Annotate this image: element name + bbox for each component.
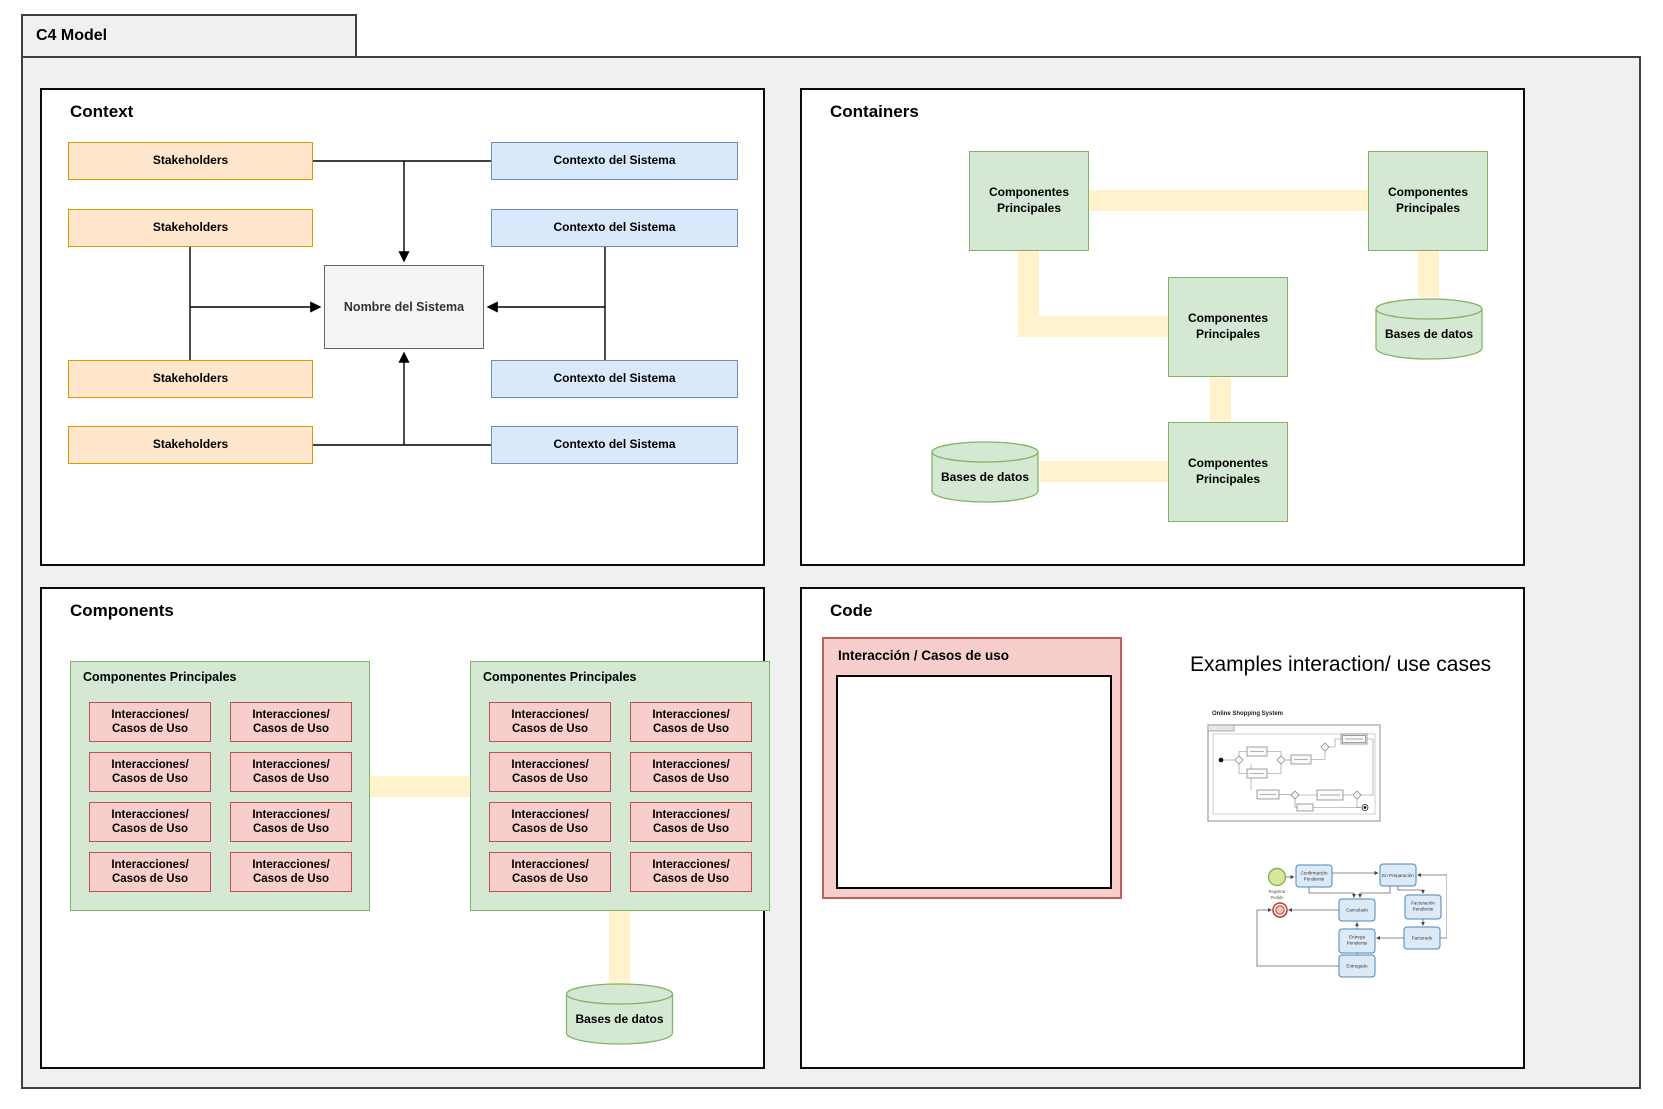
database-cylinder: Bases de datos [930, 440, 1040, 504]
interaction-box: Interacciones/ Casos de Uso [89, 752, 211, 792]
stakeholders-box: Stakeholders [68, 426, 313, 464]
component-group: Componentes Principales Interacciones/ C… [70, 661, 370, 911]
system-context-box: Contexto del Sistema [491, 142, 738, 180]
code-panel: Code Interacción / Casos de uso Examples… [800, 587, 1525, 1069]
interaction-box: Interacciones/ Casos de Uso [489, 802, 611, 842]
state-label: Pendiente [1413, 907, 1434, 912]
interaction-box: Interacciones/ Casos de Uso [230, 702, 352, 742]
container-box: Componentes Principales [1168, 277, 1288, 377]
start-node-icon [1219, 758, 1224, 763]
stakeholders-box: Stakeholders [68, 360, 313, 398]
panel-title-components: Components [70, 601, 174, 621]
container-box: Componentes Principales [1168, 422, 1288, 522]
examples-heading: Examples interaction/ use cases [1190, 653, 1491, 677]
connector-top [1089, 190, 1368, 211]
system-context-box: Contexto del Sistema [491, 426, 738, 464]
end-event-icon [1273, 903, 1287, 917]
start-event-icon [1269, 869, 1286, 886]
interaction-box: Interacciones/ Casos de Uso [630, 702, 752, 742]
use-case-placeholder-area [836, 675, 1112, 889]
panel-title-code: Code [830, 601, 873, 621]
connector-db [609, 911, 630, 987]
diagram-tab-title: C4 Model [36, 27, 107, 45]
system-context-box: Contexto del Sistema [491, 360, 738, 398]
stakeholders-box: Stakeholders [68, 142, 313, 180]
interaction-box: Interacciones/ Casos de Uso [230, 802, 352, 842]
state-label: Facturado [1412, 936, 1433, 941]
system-context-box: Contexto del Sistema [491, 209, 738, 247]
interaction-box: Interacciones/ Casos de Uso [230, 752, 352, 792]
interaction-box: Interacciones/ Casos de Uso [630, 752, 752, 792]
activity-diagram-thumbnail: Online Shopping System [1207, 703, 1382, 825]
context-panel: Context Stakeholders Stakeholders Stakeh… [40, 88, 765, 566]
interaction-use-cases-container: Interacción / Casos de uso [822, 637, 1122, 899]
state-diagram-thumbnail: Registrar Pedido Confirmación [1197, 861, 1447, 1025]
start-event-label-line1: Registrar [1269, 889, 1287, 894]
interaction-box: Interacciones/ Casos de Uso [89, 802, 211, 842]
interaction-box: Interacciones/ Casos de Uso [630, 852, 752, 892]
state-label: Facturación [1411, 901, 1435, 906]
interaction-use-cases-label: Interacción / Casos de uso [838, 648, 1009, 663]
connector-groups [370, 776, 470, 797]
state-label: Entregado [1346, 964, 1368, 969]
database-label: Bases de datos [1374, 327, 1484, 341]
panel-title-context: Context [70, 102, 133, 122]
state-diagram-figure: Registrar Pedido Confirmación [1197, 861, 1447, 1030]
system-name-box: Nombre del Sistema [324, 265, 484, 349]
container-box: Componentes Principales [1368, 151, 1488, 251]
diagram-tab: C4 Model [21, 14, 357, 58]
interaction-box: Interacciones/ Casos de Uso [489, 702, 611, 742]
interaction-box: Interacciones/ Casos de Uso [89, 702, 211, 742]
state-label: Cancelado [1346, 908, 1368, 913]
connector-db-right [1418, 251, 1439, 297]
interaction-box: Interacciones/ Casos de Uso [230, 852, 352, 892]
state-label: En Preparación [1382, 873, 1414, 878]
components-panel: Components Componentes Principales Inter… [40, 587, 765, 1069]
interaction-box: Interacciones/ Casos de Uso [89, 852, 211, 892]
connector-db-left [1040, 461, 1168, 482]
activity-diagram-figure: Online Shopping System [1207, 703, 1382, 830]
stakeholders-box: Stakeholders [68, 209, 313, 247]
connector-left-horizontal [1018, 316, 1168, 337]
database-label: Bases de datos [564, 1012, 675, 1026]
database-cylinder: Bases de datos [1374, 297, 1484, 361]
interaction-box: Interacciones/ Casos de Uso [630, 802, 752, 842]
database-label: Bases de datos [930, 470, 1040, 484]
containers-panel: Containers Componentes Principales Compo… [800, 88, 1525, 566]
activity-diagram-title: Online Shopping System [1212, 711, 1283, 717]
state-label: Pendiente [1304, 877, 1325, 882]
interaction-box: Interacciones/ Casos de Uso [489, 752, 611, 792]
component-group-label: Componentes Principales [483, 670, 637, 684]
panel-title-containers: Containers [830, 102, 919, 122]
state-label: Pendiente [1347, 941, 1368, 946]
start-event-label-line2: Pedido [1270, 895, 1284, 900]
state-label: Confirmación [1300, 871, 1328, 876]
connector-middle-vertical [1210, 377, 1231, 422]
interaction-box: Interacciones/ Casos de Uso [489, 852, 611, 892]
component-group-label: Componentes Principales [83, 670, 237, 684]
state-label: Entrega [1349, 935, 1366, 940]
container-box: Componentes Principales [969, 151, 1089, 251]
component-group: Componentes Principales Interacciones/ C… [470, 661, 770, 911]
database-cylinder: Bases de datos [564, 982, 675, 1046]
diagram-canvas: C4 Model Context Stakeholders Stake [0, 0, 1663, 1109]
